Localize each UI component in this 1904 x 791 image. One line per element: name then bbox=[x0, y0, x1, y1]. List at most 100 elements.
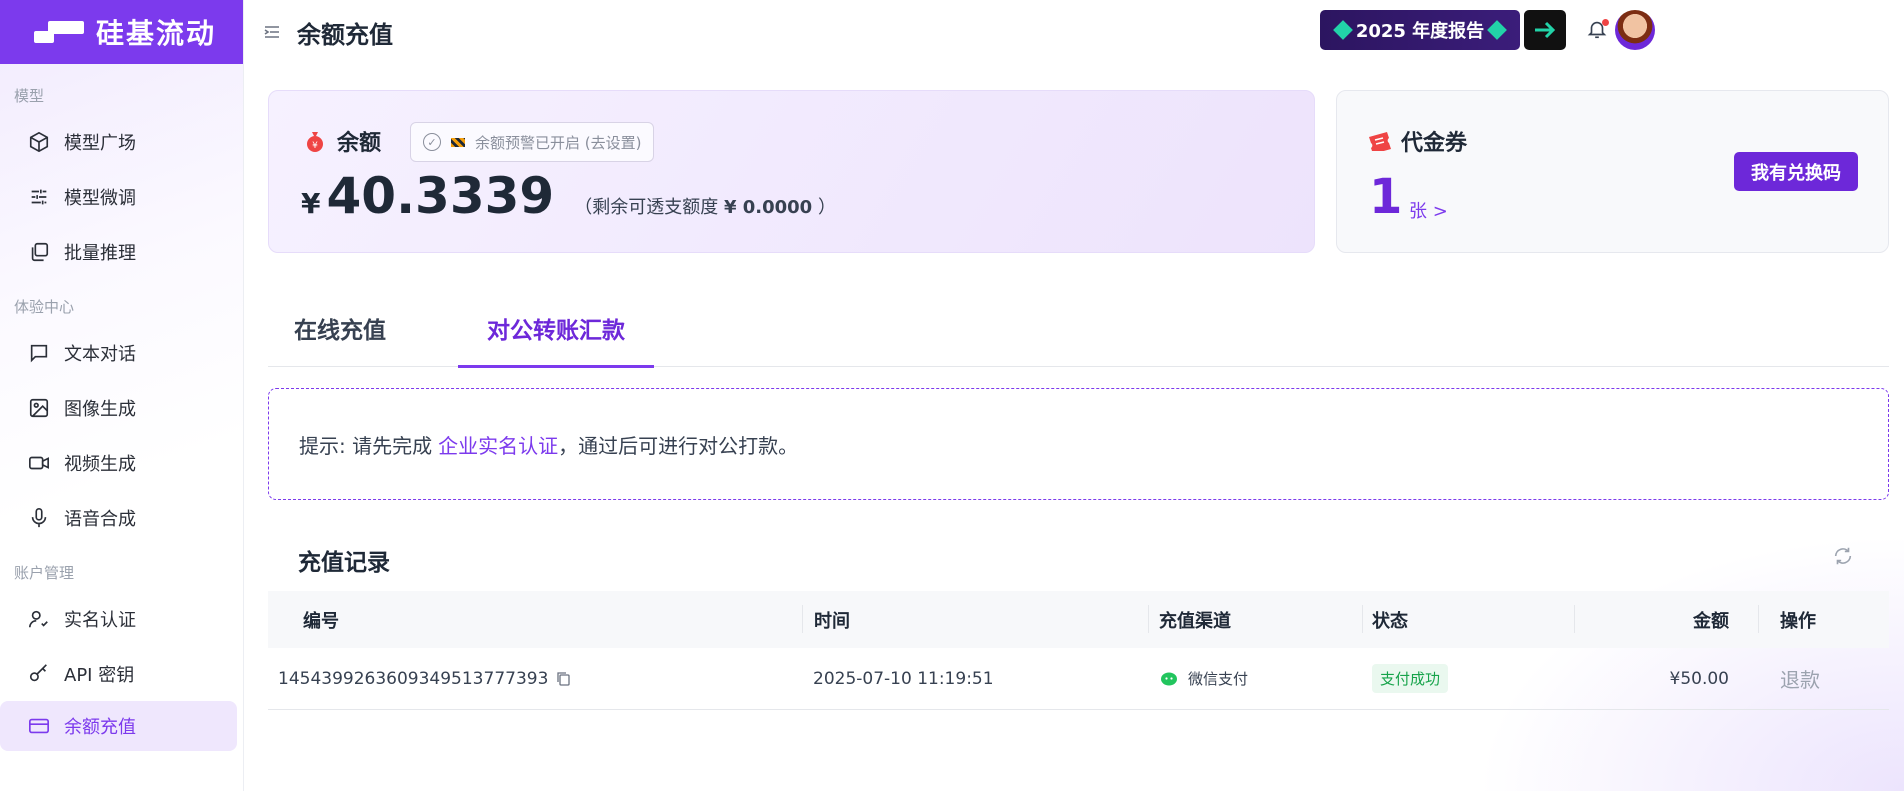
record-time: 2025-07-10 11:19:51 bbox=[813, 668, 994, 689]
notice-prefix: 提示: 请先完成 bbox=[299, 433, 433, 458]
money-bag-icon: ¥ bbox=[307, 132, 323, 152]
annual-report-label: 2025 年度报告 bbox=[1355, 21, 1485, 42]
diamond-icon bbox=[1332, 20, 1353, 40]
records-title: 充值记录 bbox=[298, 550, 390, 576]
record-channel-text: 微信支付 bbox=[1188, 670, 1249, 688]
sidebar: 硅基流动 模型 模型广场 模型微调 批量推理 体验中心 文本对话 图像生成 视频… bbox=[0, 0, 244, 791]
overdraft-suffix: ） bbox=[817, 197, 836, 218]
col-header-channel: 充值渠道 bbox=[1159, 610, 1231, 632]
col-divider bbox=[1148, 605, 1149, 633]
sidebar-item-label: 视频生成 bbox=[64, 453, 136, 475]
ticket-icon bbox=[1369, 132, 1391, 151]
nav-section-account: 账户管理 bbox=[14, 564, 75, 582]
balance-label: 余额 bbox=[337, 131, 382, 156]
sidebar-item-model-square[interactable]: 模型广场 bbox=[0, 114, 243, 169]
sidebar-item-label: 文本对话 bbox=[64, 343, 136, 365]
table-header: 编号 时间 充值渠道 状态 金额 操作 bbox=[268, 591, 1889, 648]
voucher-card: 代金券 1 张 > 我有兑换码 bbox=[1336, 90, 1889, 253]
report-arrow-button[interactable] bbox=[1524, 10, 1566, 50]
sidebar-item-label: 模型广场 bbox=[64, 132, 136, 154]
refresh-icon[interactable] bbox=[1832, 545, 1854, 567]
sidebar-item-label: API 密钥 bbox=[64, 664, 135, 686]
annual-report-banner[interactable]: 2025 年度报告 bbox=[1320, 10, 1520, 50]
refund-button[interactable]: 退款 bbox=[1780, 664, 1820, 693]
sidebar-item-recharge[interactable]: 余额充值 bbox=[0, 701, 237, 751]
sidebar-item-speech[interactable]: 语音合成 bbox=[0, 490, 243, 545]
layers-icon bbox=[31, 242, 49, 261]
transfer-notice: 提示: 请先完成 企业实名认证 ，通过后可进行对公打款。 bbox=[268, 388, 1889, 500]
sidebar-item-label: 余额充值 bbox=[64, 717, 136, 738]
record-id-text: 1454399263609349513777393 bbox=[278, 668, 549, 689]
sidebar-item-image-gen[interactable]: 图像生成 bbox=[0, 380, 243, 435]
notification-dot bbox=[1602, 19, 1609, 26]
col-header-time: 时间 bbox=[814, 610, 850, 632]
overdraft-value: ¥ 0.0000 bbox=[723, 197, 813, 218]
table-row: 1454399263609349513777393 2025-07-10 11:… bbox=[268, 648, 1889, 710]
chat-icon bbox=[30, 344, 48, 362]
sidebar-item-verification[interactable]: 实名认证 bbox=[0, 591, 243, 646]
svg-text:¥: ¥ bbox=[312, 141, 318, 151]
diamond-icon bbox=[1487, 20, 1508, 40]
overdraft-prefix: （剩余可透支额度 bbox=[574, 197, 719, 218]
key-icon bbox=[29, 663, 47, 681]
cube-icon bbox=[29, 131, 49, 152]
sidebar-item-batch-inference[interactable]: 批量推理 bbox=[0, 224, 243, 279]
sliders-icon bbox=[31, 189, 47, 204]
record-channel: 微信支付 bbox=[1160, 668, 1248, 689]
col-header-amount: 金额 bbox=[1693, 610, 1729, 632]
top-header: 余额充值 bbox=[245, 0, 1904, 64]
sidebar-item-model-finetune[interactable]: 模型微调 bbox=[0, 169, 243, 224]
sidebar-item-text-chat[interactable]: 文本对话 bbox=[0, 325, 243, 380]
col-divider bbox=[1574, 605, 1575, 633]
record-id: 1454399263609349513777393 bbox=[278, 668, 571, 689]
user-avatar[interactable] bbox=[1615, 10, 1655, 50]
recharge-tabs: 在线充值 对公转账汇款 bbox=[268, 295, 1889, 368]
image-icon bbox=[29, 398, 49, 417]
balance-value: 40.3339 bbox=[326, 167, 555, 225]
sidebar-item-label: 批量推理 bbox=[64, 242, 136, 264]
warning-stripe-icon bbox=[451, 137, 465, 147]
video-icon bbox=[29, 456, 49, 469]
brand-logo[interactable]: 硅基流动 bbox=[0, 0, 243, 64]
balance-card: ¥ 余额 ✓ 余额预警已开启 (去设置) ¥ 40.3339 （剩余可透支额度 … bbox=[268, 90, 1315, 253]
balance-currency: ¥ bbox=[301, 187, 321, 220]
nav-section-playground: 体验中心 bbox=[14, 298, 75, 316]
check-circle-icon: ✓ bbox=[423, 133, 441, 151]
enterprise-verification-link[interactable]: 企业实名认证 bbox=[438, 430, 558, 459]
wechat-icon bbox=[1161, 672, 1177, 685]
card-icon bbox=[29, 718, 49, 734]
balance-alert-chip[interactable]: ✓ 余额预警已开启 (去设置) bbox=[410, 122, 655, 162]
brand-name: 硅基流动 bbox=[96, 17, 217, 50]
menu-collapse-icon[interactable] bbox=[263, 23, 281, 41]
tab-online-recharge[interactable]: 在线充值 bbox=[276, 295, 404, 367]
page-title: 余额充值 bbox=[297, 20, 393, 49]
col-divider bbox=[1758, 605, 1759, 633]
col-divider bbox=[1362, 605, 1363, 633]
notification-button[interactable] bbox=[1586, 18, 1610, 42]
voucher-count: 1 bbox=[1369, 169, 1403, 225]
redeem-code-button[interactable]: 我有兑换码 bbox=[1734, 152, 1858, 191]
copy-icon[interactable] bbox=[556, 671, 571, 686]
logo-mark-icon bbox=[34, 19, 84, 45]
status-badge: 支付成功 bbox=[1372, 664, 1449, 693]
sidebar-item-label: 模型微调 bbox=[64, 187, 136, 209]
sidebar-item-video-gen[interactable]: 视频生成 bbox=[0, 435, 243, 490]
mic-icon bbox=[31, 507, 47, 527]
col-header-status: 状态 bbox=[1372, 610, 1408, 632]
sidebar-item-api-keys[interactable]: API 密钥 bbox=[0, 646, 243, 701]
overdraft-info: （剩余可透支额度 ¥ 0.0000 ） bbox=[574, 193, 836, 219]
voucher-unit-link[interactable]: 张 > bbox=[1409, 197, 1448, 223]
user-check-icon bbox=[29, 610, 48, 627]
col-header-id: 编号 bbox=[303, 610, 339, 632]
voucher-label: 代金券 bbox=[1401, 131, 1468, 156]
sidebar-item-label: 语音合成 bbox=[64, 508, 136, 530]
arrow-right-icon bbox=[1535, 21, 1556, 39]
sidebar-item-label: 图像生成 bbox=[64, 398, 136, 420]
balance-alert-text: 余额预警已开启 (去设置) bbox=[475, 133, 642, 152]
nav-section-models: 模型 bbox=[14, 87, 45, 105]
tab-bank-transfer[interactable]: 对公转账汇款 bbox=[458, 295, 654, 368]
sidebar-item-label: 实名认证 bbox=[64, 609, 136, 631]
record-amount: ¥50.00 bbox=[1669, 668, 1729, 689]
records-table: 编号 时间 充值渠道 状态 金额 操作 14543992636093495137… bbox=[268, 591, 1889, 710]
col-divider bbox=[802, 605, 803, 633]
